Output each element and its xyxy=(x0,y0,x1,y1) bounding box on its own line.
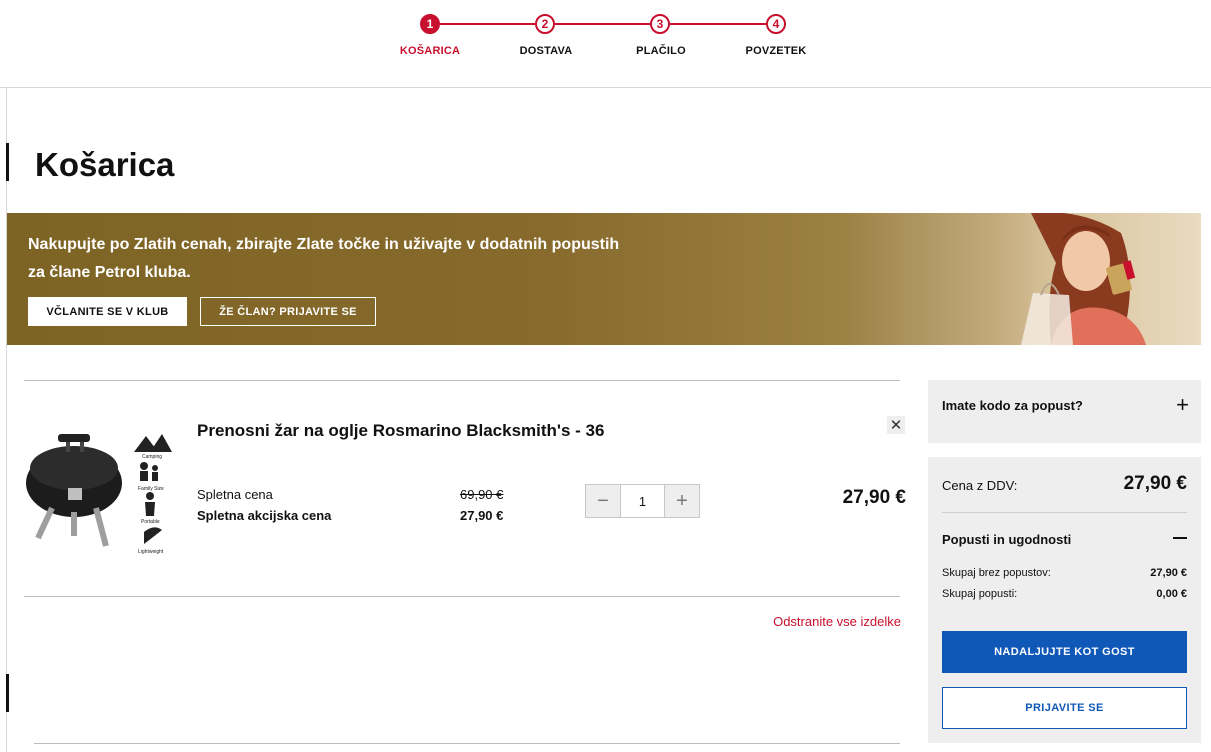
total-discount-label: Skupaj popusti: xyxy=(942,588,1018,600)
join-club-button[interactable]: VČLANITE SE V KLUB xyxy=(28,297,187,326)
price-incl-vat-label: Cena z DDV: xyxy=(942,478,1018,493)
total-no-discount: 27,90 € xyxy=(1150,567,1187,579)
login-button[interactable]: PRIJAVITE SE xyxy=(942,687,1187,729)
section-divider xyxy=(34,743,900,744)
price-incl-vat: 27,90 € xyxy=(1123,473,1187,494)
petrol-club-banner: Nakupujte po Zlatih cenah, zbirajte Zlat… xyxy=(7,213,1201,345)
step-4-label[interactable]: POVZETEK xyxy=(746,45,807,57)
minus-icon[interactable] xyxy=(1173,537,1187,539)
title-accent-bar xyxy=(6,143,9,181)
sale-price: 27,90 € xyxy=(460,508,504,523)
remove-all-link[interactable]: Odstranite vse izdelke xyxy=(700,614,901,629)
step-4-circle[interactable]: 4 xyxy=(766,14,786,34)
total-discount: 0,00 € xyxy=(1156,588,1187,600)
svg-text:Family Size: Family Size xyxy=(138,486,164,492)
product-name-link[interactable]: Prenosni žar na oglje Rosmarino Blacksmi… xyxy=(197,421,604,441)
svg-text:Lightweight: Lightweight xyxy=(138,549,164,555)
section-accent-bar xyxy=(6,674,9,712)
step-connector xyxy=(670,23,767,25)
step-3-circle[interactable]: 3 xyxy=(650,14,670,34)
coupon-toggle[interactable]: Imate kodo za popust? + xyxy=(928,380,1201,443)
order-summary: Cena z DDV: 27,90 € Popusti in ugodnosti… xyxy=(928,457,1201,743)
sale-price-label: Spletna akcijska cena xyxy=(197,508,332,523)
discounts-toggle[interactable]: Popusti in ugodnosti xyxy=(942,532,1071,547)
step-3-label[interactable]: PLAČILO xyxy=(636,45,686,57)
member-login-button[interactable]: ŽE ČLAN? PRIJAVITE SE xyxy=(200,297,376,326)
plus-icon[interactable]: + xyxy=(665,485,699,517)
step-connector xyxy=(555,23,651,25)
coupon-label: Imate kodo za popust? xyxy=(942,398,1083,413)
total-no-discount-label: Skupaj brez popustov: xyxy=(942,567,1051,579)
plus-icon[interactable]: + xyxy=(1176,394,1189,416)
cart-top-divider xyxy=(24,380,900,381)
svg-text:Portable: Portable xyxy=(141,519,160,525)
step-1-label[interactable]: KOŠARICA xyxy=(400,45,460,57)
online-price-label: Spletna cena xyxy=(197,487,273,502)
close-icon[interactable]: ✕ xyxy=(887,416,905,434)
product-image[interactable]: Camping Family Size Portable Lightweight xyxy=(24,428,174,558)
line-total: 27,90 € xyxy=(842,487,906,508)
continue-as-guest-button[interactable]: NADALJUJTE KOT GOST xyxy=(942,631,1187,673)
step-1-circle[interactable]: 1 xyxy=(420,14,440,34)
summary-divider xyxy=(942,512,1187,513)
checkout-stepper: 1 2 3 4 KOŠARICA DOSTAVA PLAČILO POVZETE… xyxy=(0,0,1211,88)
step-2-label[interactable]: DOSTAVA xyxy=(520,45,573,57)
quantity-input[interactable] xyxy=(620,485,665,517)
svg-text:Camping: Camping xyxy=(142,454,162,460)
minus-icon[interactable]: − xyxy=(586,485,620,517)
page-title: Košarica xyxy=(35,146,175,183)
step-2-circle[interactable]: 2 xyxy=(535,14,555,34)
quantity-stepper: − + xyxy=(585,484,700,518)
page-left-border xyxy=(6,88,7,752)
cart-bottom-divider xyxy=(24,596,900,597)
promo-text: Nakupujte po Zlatih cenah, zbirajte Zlat… xyxy=(28,236,620,281)
woman-shopping-image xyxy=(961,213,1201,345)
step-connector xyxy=(440,23,536,25)
online-price: 69,90 € xyxy=(460,487,504,502)
